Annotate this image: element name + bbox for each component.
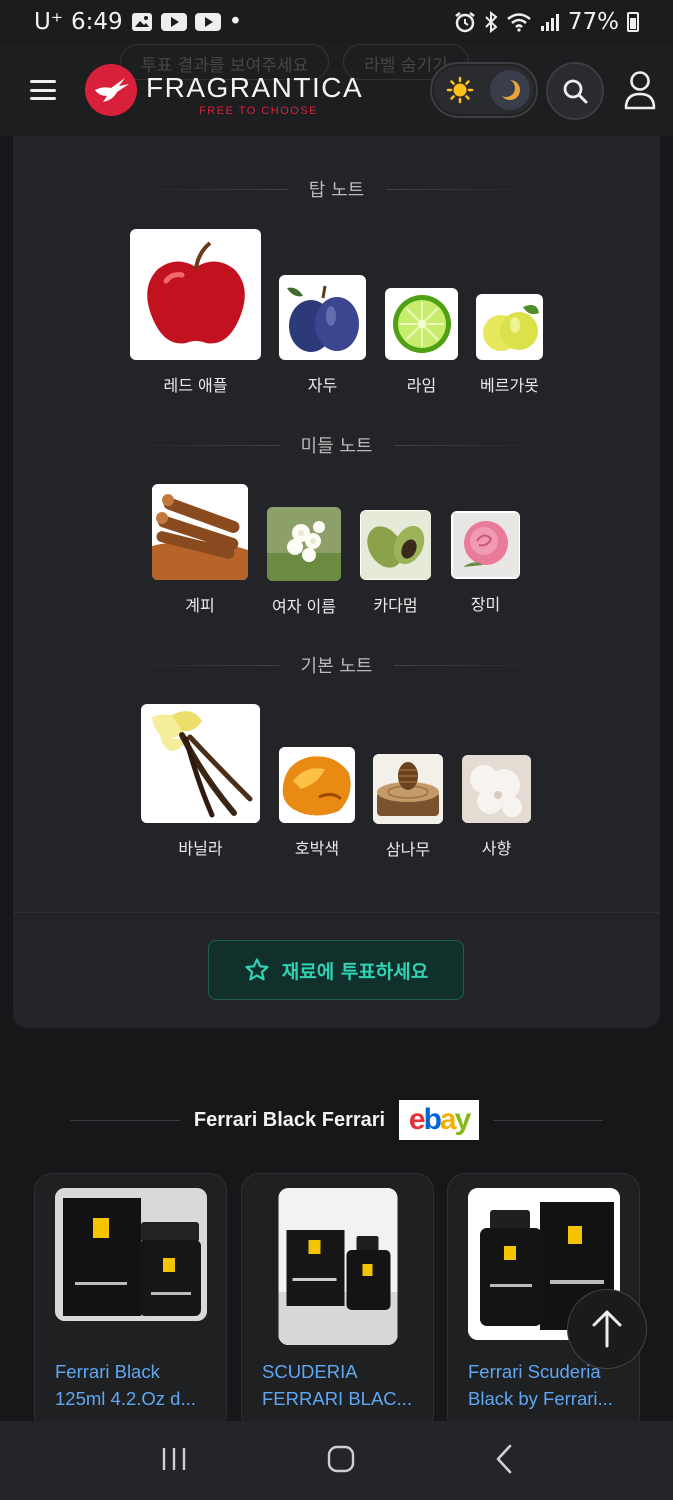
product-title-line2: Black by Ferrari... [468, 1388, 613, 1409]
note-label: 계피 [185, 596, 215, 615]
theme-toggle[interactable] [430, 62, 538, 118]
sun-icon [446, 76, 474, 104]
ebay-logo-b: b [423, 1103, 442, 1136]
star-icon [245, 958, 269, 981]
note-label: 베르가못 [480, 376, 539, 395]
wifi-icon [506, 12, 532, 32]
note-cedar[interactable]: 삼나무 [373, 754, 443, 860]
cedar-icon [373, 754, 443, 824]
ebay-product-card[interactable]: Ferrari Black 125ml 4.2.Oz d... [34, 1173, 227, 1433]
note-jasmine[interactable]: 여자 이름 [267, 507, 341, 617]
musk-icon [462, 755, 531, 823]
search-icon [563, 79, 588, 104]
arrow-up-icon [592, 1310, 622, 1348]
user-icon[interactable] [622, 70, 658, 110]
note-label: 삼나무 [385, 840, 431, 859]
scroll-to-top-button[interactable] [567, 1289, 647, 1369]
lime-icon [385, 288, 458, 360]
note-musk[interactable]: 사향 [462, 755, 531, 859]
jasmine-icon [267, 507, 341, 581]
top-notes-title: 탑 노트 [308, 180, 365, 201]
ebay-logo[interactable]: ebay [399, 1100, 480, 1140]
home-icon[interactable] [327, 1445, 355, 1477]
product-title-line2: 125ml 4.2.Oz d... [55, 1388, 196, 1409]
note-amber[interactable]: 호박색 [279, 747, 355, 859]
notification-dot: • [228, 9, 243, 35]
note-label: 카다멈 [373, 596, 418, 615]
bergamot-icon [476, 294, 543, 360]
battery-icon [627, 12, 639, 32]
bluetooth-icon [484, 11, 498, 33]
ebay-logo-y: y [454, 1103, 472, 1136]
product-title-line1: Ferrari Black [55, 1361, 160, 1382]
note-plum[interactable]: 자두 [279, 275, 366, 396]
back-icon[interactable] [494, 1444, 514, 1478]
cinnamon-icon [152, 484, 248, 580]
plum-icon [279, 275, 366, 360]
product-title-line1: SCUDERIA [262, 1361, 358, 1382]
ebay-section-title: Ferrari Black Ferrari [193, 1108, 386, 1131]
red-apple-icon [130, 229, 261, 360]
gallery-icon [131, 12, 153, 32]
youtube-icon [160, 12, 187, 32]
moon-icon [490, 70, 530, 110]
ebay-product-card[interactable]: SCUDERIA FERRARI BLAC... [241, 1173, 434, 1433]
note-bergamot[interactable]: 베르가못 [476, 294, 543, 396]
card-divider [13, 912, 660, 913]
rose-icon [451, 511, 520, 579]
site-header: 투표 결과를 보여주세요 라벨 숨기기 FRAGRANTICA FREE TO … [0, 44, 673, 136]
logo-tagline: FREE TO CHOOSE [199, 105, 319, 117]
note-red-apple[interactable]: 레드 애플 [130, 229, 261, 396]
vote-ingredients-button[interactable]: 재료에 투표하세요 [208, 940, 464, 1000]
product-title-line2: FERRARI BLAC... [262, 1388, 413, 1409]
alarm-icon [454, 11, 476, 33]
note-cinnamon[interactable]: 계피 [152, 484, 248, 616]
clock: 6:49 [70, 9, 123, 35]
vanilla-icon [141, 704, 260, 823]
vote-button-label: 재료에 투표하세요 [281, 960, 429, 983]
note-vanilla[interactable]: 바닐라 [141, 704, 260, 859]
middle-notes-heading: 미들 노트 [13, 432, 660, 458]
note-rose[interactable]: 장미 [451, 511, 520, 615]
note-label: 여자 이름 [272, 597, 336, 616]
amber-icon [279, 747, 355, 823]
product-image [278, 1188, 397, 1345]
logo-wordmark[interactable]: FRAGRANTICA [146, 72, 363, 104]
signal-icon [540, 12, 560, 32]
note-label: 사향 [481, 839, 512, 858]
recent-apps-icon[interactable] [160, 1446, 188, 1476]
top-notes-heading: 탑 노트 [13, 176, 660, 202]
note-label: 자두 [307, 376, 338, 395]
note-label: 바닐라 [178, 839, 223, 858]
search-button[interactable] [546, 62, 604, 120]
product-image [54, 1188, 207, 1321]
carrier-label: U⁺ [34, 9, 63, 35]
system-nav-bar [0, 1421, 673, 1500]
note-label: 라임 [406, 376, 437, 395]
note-lime[interactable]: 라임 [385, 288, 458, 396]
note-label: 장미 [470, 595, 501, 614]
menu-icon[interactable] [30, 80, 56, 100]
ebay-logo-e: e [408, 1103, 426, 1136]
ebay-logo-a: a [439, 1103, 457, 1136]
cardamom-icon [360, 510, 431, 580]
note-label: 호박색 [294, 839, 340, 858]
note-label: 레드 애플 [163, 376, 228, 395]
status-bar: U⁺ 6:49 • 77% [0, 0, 673, 44]
youtube-icon-2 [194, 12, 221, 32]
middle-notes-title: 미들 노트 [300, 436, 373, 457]
product-title[interactable]: SCUDERIA FERRARI BLAC... [262, 1358, 421, 1412]
notes-pyramid-card: 탑 노트 레드 애플 자두 라임 베르가못 미들 노트 계피 여자 이름 카다멈… [13, 136, 660, 1028]
hummingbird-logo-icon[interactable] [85, 64, 137, 116]
product-title[interactable]: Ferrari Black 125ml 4.2.Oz d... [55, 1358, 214, 1412]
ebay-section-heading: Ferrari Black Ferrari ebay [0, 1098, 673, 1142]
battery-percent: 77% [567, 9, 619, 35]
base-notes-title: 기본 노트 [300, 656, 373, 677]
note-cardamom[interactable]: 카다멈 [360, 510, 431, 616]
base-notes-heading: 기본 노트 [13, 652, 660, 678]
